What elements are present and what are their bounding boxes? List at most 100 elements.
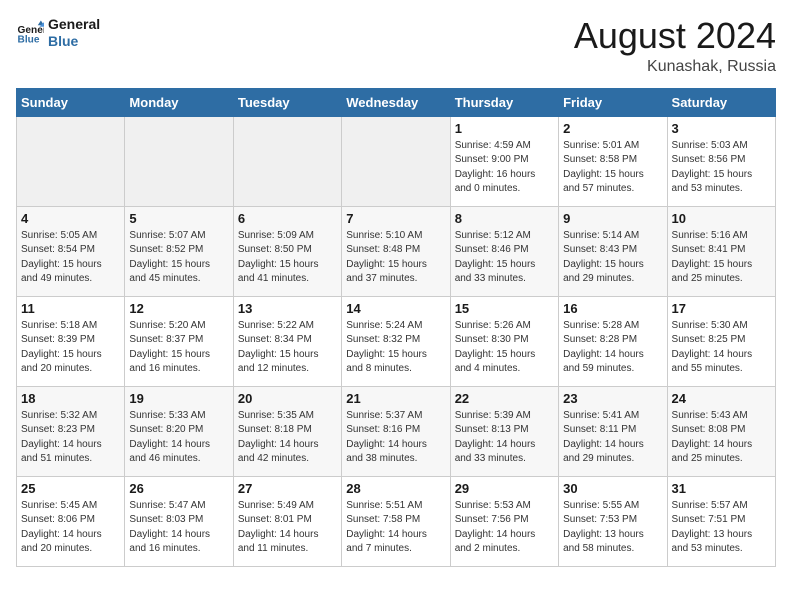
logo-line2: Blue <box>48 33 100 50</box>
day-number: 6 <box>238 211 337 226</box>
day-cell: 22 Sunrise: 5:39 AMSunset: 8:13 PMDayligh… <box>450 386 558 476</box>
header-cell-wednesday: Wednesday <box>342 88 450 116</box>
day-info: Sunrise: 5:43 AMSunset: 8:08 PMDaylight:… <box>672 409 771 467</box>
day-cell: 28 Sunrise: 5:51 AMSunset: 7:58 PMDayligh… <box>342 476 450 566</box>
day-info: Sunrise: 5:14 AMSunset: 8:43 PMDaylight:… <box>563 229 662 287</box>
day-cell: 29Sunrise: 5:53 AMSunset: 7:56 PMDayligh… <box>450 476 558 566</box>
day-cell: 20 Sunrise: 5:35 AMSunset: 8:18 PMDayligh… <box>233 386 341 476</box>
day-number: 9 <box>563 211 662 226</box>
day-info: Sunrise: 5:05 AMSunset: 8:54 PMDaylight:… <box>21 229 120 287</box>
day-info: Sunrise: 5:39 AMSunset: 8:13 PMDaylight:… <box>455 409 554 467</box>
day-number: 25 <box>21 481 120 496</box>
day-number: 16 <box>563 301 662 316</box>
location: Kunashak, Russia <box>574 58 776 76</box>
header-cell-monday: Monday <box>125 88 233 116</box>
day-info: Sunrise: 5:51 AMSunset: 7:58 PMDaylight:… <box>346 499 445 557</box>
week-row-5: 25Sunrise: 5:45 AMSunset: 8:06 PMDayligh… <box>17 476 776 566</box>
day-info: Sunrise: 5:33 AMSunset: 8:20 PMDaylight:… <box>129 409 228 467</box>
day-cell: 15 Sunrise: 5:26 AMSunset: 8:30 PMDayligh… <box>450 296 558 386</box>
day-cell: 10 Sunrise: 5:16 AMSunset: 8:41 PMDayligh… <box>667 206 775 296</box>
day-number: 30 <box>563 481 662 496</box>
day-info: Sunrise: 5:53 AMSunset: 7:56 PMDaylight:… <box>455 499 554 557</box>
day-number: 12 <box>129 301 228 316</box>
day-info: Sunrise: 5:28 AMSunset: 8:28 PMDaylight:… <box>563 319 662 377</box>
day-info: Sunrise: 5:24 AMSunset: 8:32 PMDaylight:… <box>346 319 445 377</box>
day-cell: 8Sunrise: 5:12 AMSunset: 8:46 PMDaylight… <box>450 206 558 296</box>
header-row: SundayMondayTuesdayWednesdayThursdayFrid… <box>17 88 776 116</box>
day-info: Sunrise: 5:47 AMSunset: 8:03 PMDaylight:… <box>129 499 228 557</box>
day-cell: 25Sunrise: 5:45 AMSunset: 8:06 PMDayligh… <box>17 476 125 566</box>
logo-line1: General <box>48 16 100 33</box>
day-number: 4 <box>21 211 120 226</box>
day-number: 14 <box>346 301 445 316</box>
svg-text:Blue: Blue <box>18 34 40 45</box>
day-cell: 6 Sunrise: 5:09 AMSunset: 8:50 PMDaylight… <box>233 206 341 296</box>
day-info: Sunrise: 5:32 AMSunset: 8:23 PMDaylight:… <box>21 409 120 467</box>
header-cell-saturday: Saturday <box>667 88 775 116</box>
day-number: 7 <box>346 211 445 226</box>
day-cell: 16 Sunrise: 5:28 AMSunset: 8:28 PMDayligh… <box>559 296 667 386</box>
day-number: 2 <box>563 121 662 136</box>
day-info: Sunrise: 5:35 AMSunset: 8:18 PMDaylight:… <box>238 409 337 467</box>
day-info: Sunrise: 5:49 AMSunset: 8:01 PMDaylight:… <box>238 499 337 557</box>
day-number: 18 <box>21 391 120 406</box>
day-number: 21 <box>346 391 445 406</box>
day-cell: 27 Sunrise: 5:49 AMSunset: 8:01 PMDayligh… <box>233 476 341 566</box>
day-cell: 17 Sunrise: 5:30 AMSunset: 8:25 PMDayligh… <box>667 296 775 386</box>
day-cell: 4 Sunrise: 5:05 AMSunset: 8:54 PMDaylight… <box>17 206 125 296</box>
day-number: 3 <box>672 121 771 136</box>
day-number: 22 <box>455 391 554 406</box>
calendar-table: SundayMondayTuesdayWednesdayThursdayFrid… <box>16 88 776 567</box>
header-cell-thursday: Thursday <box>450 88 558 116</box>
day-info: Sunrise: 5:30 AMSunset: 8:25 PMDaylight:… <box>672 319 771 377</box>
title-block: August 2024 Kunashak, Russia <box>574 16 776 76</box>
day-number: 13 <box>238 301 337 316</box>
day-cell <box>342 116 450 206</box>
day-cell: 13 Sunrise: 5:22 AMSunset: 8:34 PMDayligh… <box>233 296 341 386</box>
day-number: 28 <box>346 481 445 496</box>
day-cell: 31Sunrise: 5:57 AMSunset: 7:51 PMDayligh… <box>667 476 775 566</box>
day-number: 31 <box>672 481 771 496</box>
day-cell: 23Sunrise: 5:41 AMSunset: 8:11 PMDayligh… <box>559 386 667 476</box>
page-header: General Blue General Blue August 2024 Ku… <box>16 16 776 76</box>
day-info: Sunrise: 5:22 AMSunset: 8:34 PMDaylight:… <box>238 319 337 377</box>
day-number: 26 <box>129 481 228 496</box>
day-info: Sunrise: 5:03 AMSunset: 8:56 PMDaylight:… <box>672 139 771 197</box>
day-cell: 11Sunrise: 5:18 AMSunset: 8:39 PMDayligh… <box>17 296 125 386</box>
header-cell-tuesday: Tuesday <box>233 88 341 116</box>
logo-icon: General Blue <box>16 19 44 47</box>
day-number: 15 <box>455 301 554 316</box>
day-info: Sunrise: 5:10 AMSunset: 8:48 PMDaylight:… <box>346 229 445 287</box>
day-cell <box>233 116 341 206</box>
day-number: 1 <box>455 121 554 136</box>
day-number: 11 <box>21 301 120 316</box>
month-year: August 2024 <box>574 16 776 56</box>
day-info: Sunrise: 5:55 AMSunset: 7:53 PMDaylight:… <box>563 499 662 557</box>
day-cell: 19 Sunrise: 5:33 AMSunset: 8:20 PMDayligh… <box>125 386 233 476</box>
calendar-header: SundayMondayTuesdayWednesdayThursdayFrid… <box>17 88 776 116</box>
day-number: 24 <box>672 391 771 406</box>
day-cell <box>17 116 125 206</box>
day-number: 20 <box>238 391 337 406</box>
day-number: 27 <box>238 481 337 496</box>
day-number: 5 <box>129 211 228 226</box>
day-number: 8 <box>455 211 554 226</box>
day-cell: 30 Sunrise: 5:55 AMSunset: 7:53 PMDayligh… <box>559 476 667 566</box>
day-info: Sunrise: 5:09 AMSunset: 8:50 PMDaylight:… <box>238 229 337 287</box>
day-cell: 26 Sunrise: 5:47 AMSunset: 8:03 PMDayligh… <box>125 476 233 566</box>
day-cell: 7 Sunrise: 5:10 AMSunset: 8:48 PMDaylight… <box>342 206 450 296</box>
day-cell: 12Sunrise: 5:20 AMSunset: 8:37 PMDayligh… <box>125 296 233 386</box>
day-number: 17 <box>672 301 771 316</box>
day-cell: 5Sunrise: 5:07 AMSunset: 8:52 PMDaylight… <box>125 206 233 296</box>
day-info: Sunrise: 5:26 AMSunset: 8:30 PMDaylight:… <box>455 319 554 377</box>
day-cell: 14 Sunrise: 5:24 AMSunset: 8:32 PMDayligh… <box>342 296 450 386</box>
day-number: 10 <box>672 211 771 226</box>
week-row-2: 4 Sunrise: 5:05 AMSunset: 8:54 PMDaylight… <box>17 206 776 296</box>
day-info: Sunrise: 5:16 AMSunset: 8:41 PMDaylight:… <box>672 229 771 287</box>
day-info: Sunrise: 5:37 AMSunset: 8:16 PMDaylight:… <box>346 409 445 467</box>
logo: General Blue General Blue <box>16 16 100 50</box>
day-cell: 24 Sunrise: 5:43 AMSunset: 8:08 PMDayligh… <box>667 386 775 476</box>
day-number: 19 <box>129 391 228 406</box>
day-cell: 1Sunrise: 4:59 AMSunset: 9:00 PMDaylight… <box>450 116 558 206</box>
day-cell <box>125 116 233 206</box>
